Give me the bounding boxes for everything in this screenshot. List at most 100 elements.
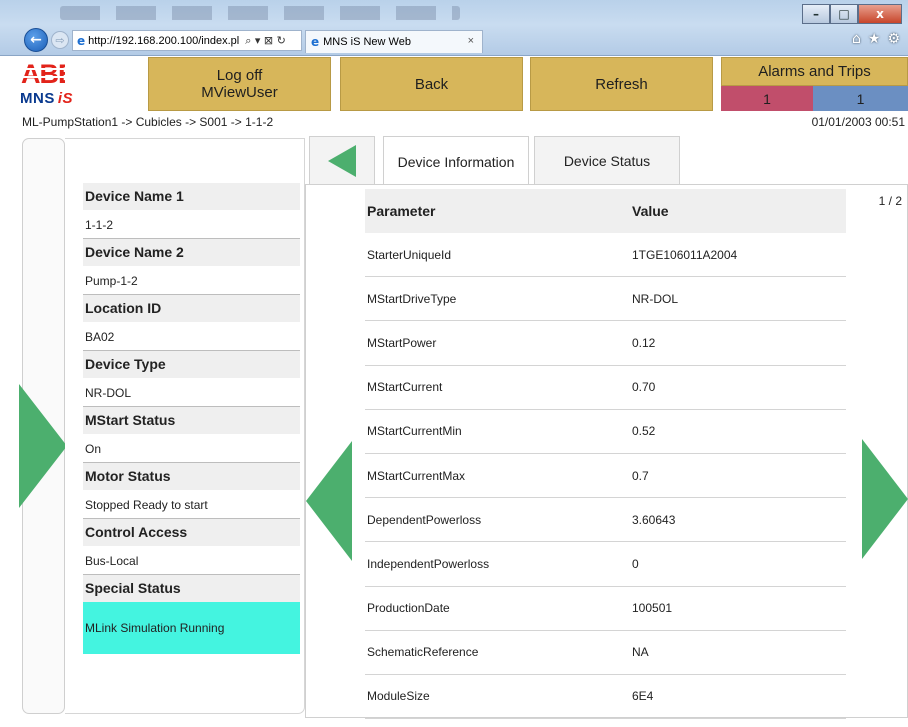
parameter-value-cell: 3.60643 — [630, 498, 846, 543]
minimize-button[interactable]: – — [802, 4, 830, 24]
parameter-name-cell: StarterUniqueId — [365, 233, 630, 278]
favorites-icon[interactable]: ★ — [868, 31, 881, 47]
table-row: ModuleSize 6E4 — [365, 675, 846, 720]
breadcrumb: ML-PumpStation1 -> Cubicles -> S001 -> 1… — [22, 115, 274, 129]
device-name2-value: Pump-1-2 — [83, 266, 300, 295]
table-row: IndependentPowerloss 0 — [365, 542, 846, 587]
device-name2-label: Device Name 2 — [83, 239, 300, 266]
mstart-status-value: On — [83, 434, 300, 463]
special-status-label: Special Status — [83, 575, 300, 602]
table-row: DependentPowerloss 3.60643 — [365, 498, 846, 543]
window-controls: – □ x — [802, 4, 902, 26]
product-suffix: iS — [57, 90, 74, 107]
tab-ie-icon: e — [311, 35, 320, 49]
browser-back-icon[interactable]: ← — [24, 28, 48, 52]
next-page-arrow-icon[interactable] — [862, 439, 908, 559]
table-row: MStartCurrentMin 0.52 — [365, 410, 846, 454]
parameter-value-cell: NR-DOL — [630, 277, 846, 322]
location-id-value: BA02 — [83, 322, 300, 351]
logoff-user: MViewUser — [201, 84, 278, 101]
home-icon[interactable]: ⌂ — [852, 31, 861, 47]
abb-logo-text: ABB — [21, 59, 65, 87]
parameter-name-cell: DependentPowerloss — [365, 498, 630, 543]
parameter-name-cell: MStartDriveType — [365, 277, 630, 322]
motor-status-value: Stopped Ready to start — [83, 490, 300, 519]
parameter-name-cell: MStartCurrent — [365, 366, 630, 410]
refresh-button[interactable]: Refresh — [530, 57, 713, 111]
parameter-value-cell: 0.52 — [630, 410, 846, 454]
logoff-label: Log off — [216, 67, 263, 84]
browser-right-icons: ⌂ ★ ⚙ — [852, 31, 900, 47]
browser-forward-icon[interactable]: ⇨ — [51, 31, 69, 49]
date-time: 01/01/2003 00:51 — [811, 115, 905, 129]
column-header-parameter: Parameter — [367, 203, 436, 219]
parameter-name-cell: IndependentPowerloss — [365, 542, 630, 587]
table-row: StarterUniqueId 1TGE106011A2004 — [365, 233, 846, 278]
parameter-value-cell: 100501 — [630, 587, 846, 631]
parameter-value-cell: 0 — [630, 542, 846, 587]
browser-titlebar: – □ x ← ⇨ e http://192.168.200.100/index… — [0, 0, 908, 56]
parameter-name-cell: MStartPower — [365, 321, 630, 366]
motor-status-label: Motor Status — [83, 463, 300, 490]
parameter-value-cell: 0.7 — [630, 454, 846, 499]
back-button[interactable]: Back — [340, 57, 523, 111]
product-logo: MNS iS — [20, 90, 73, 107]
tab-previous[interactable] — [309, 136, 375, 184]
table-row: MStartDriveType NR-DOL — [365, 277, 846, 322]
address-url[interactable]: http://192.168.200.100/index.pl — [88, 35, 239, 47]
mstart-status-label: MStart Status — [83, 407, 300, 434]
parameter-value-cell: 0.12 — [630, 321, 846, 366]
tab-title: MNS iS New Web — [323, 36, 411, 48]
column-header-value: Value — [632, 203, 669, 219]
table-row: SchematicReference NA — [365, 631, 846, 675]
abb-logo: ABB — [21, 59, 65, 87]
browser-tab[interactable]: e MNS iS New Web × — [305, 30, 483, 53]
parameter-name-cell: ProductionDate — [365, 587, 630, 631]
table-row: MStartCurrentMax 0.7 — [365, 454, 846, 499]
parameter-value-cell: NA — [630, 631, 846, 675]
parameter-table: Parameter Value StarterUniqueId 1TGE10601… — [365, 189, 846, 720]
special-status-value: MLink Simulation Running — [83, 602, 300, 654]
control-access-value: Bus-Local — [83, 546, 300, 575]
parameter-name-cell: MStartCurrentMax — [365, 454, 630, 499]
tab-device-information[interactable]: Device Information — [383, 136, 529, 186]
table-header: Parameter Value — [365, 189, 846, 233]
ie-page-icon: e — [77, 33, 86, 48]
close-window-button[interactable]: x — [858, 4, 902, 24]
parameter-name-cell: ModuleSize — [365, 675, 630, 720]
back-label: Back — [414, 75, 449, 93]
tab-previous-arrow-icon — [328, 144, 356, 177]
parameter-name-cell: MStartCurrentMin — [365, 410, 630, 454]
table-row: MStartPower 0.12 — [365, 321, 846, 366]
tab-device-status[interactable]: Device Status — [534, 136, 680, 184]
location-id-label: Location ID — [83, 295, 300, 322]
browser-window: – □ x ← ⇨ e http://192.168.200.100/index… — [0, 0, 908, 727]
table-row: MStartCurrent 0.70 — [365, 366, 846, 410]
alarms-count[interactable]: 1 — [721, 86, 813, 111]
parameter-value-cell: 6E4 — [630, 675, 846, 720]
parameter-value-cell: 0.70 — [630, 366, 846, 410]
previous-device-arrow-icon[interactable] — [19, 384, 67, 508]
alarms-and-trips-title[interactable]: Alarms and Trips — [721, 57, 908, 86]
parameter-value-cell: 1TGE106011A2004 — [630, 233, 846, 278]
address-bar[interactable]: e http://192.168.200.100/index.pl ⌕ ▾ ⊠ … — [72, 30, 302, 51]
table-row: ProductionDate 100501 — [365, 587, 846, 631]
table-body: StarterUniqueId 1TGE106011A2004 MStartDriv… — [365, 233, 846, 720]
address-tools-icons[interactable]: ⌕ ▾ ⊠ ↻ — [245, 34, 286, 48]
maximize-button[interactable]: □ — [830, 4, 858, 24]
trips-count[interactable]: 1 — [813, 86, 908, 111]
device-type-label: Device Type — [83, 351, 300, 378]
tab-close-icon[interactable]: × — [468, 35, 474, 47]
control-access-label: Control Access — [83, 519, 300, 546]
device-name1-label: Device Name 1 — [83, 183, 300, 210]
device-name1-value: 1-1-2 — [83, 210, 300, 239]
logoff-button[interactable]: Log off MViewUser — [148, 57, 331, 111]
tools-gear-icon[interactable]: ⚙ — [887, 31, 900, 47]
page-indicator: 1 / 2 — [878, 194, 902, 208]
product-name: MNS — [20, 90, 55, 107]
refresh-label: Refresh — [595, 75, 648, 93]
device-info-list: Device Name 1 1-1-2 Device Name 2 Pump-1… — [83, 183, 300, 654]
parameter-name-cell: SchematicReference — [365, 631, 630, 675]
previous-page-arrow-icon[interactable] — [306, 441, 352, 561]
blurred-toolbar — [60, 6, 460, 20]
